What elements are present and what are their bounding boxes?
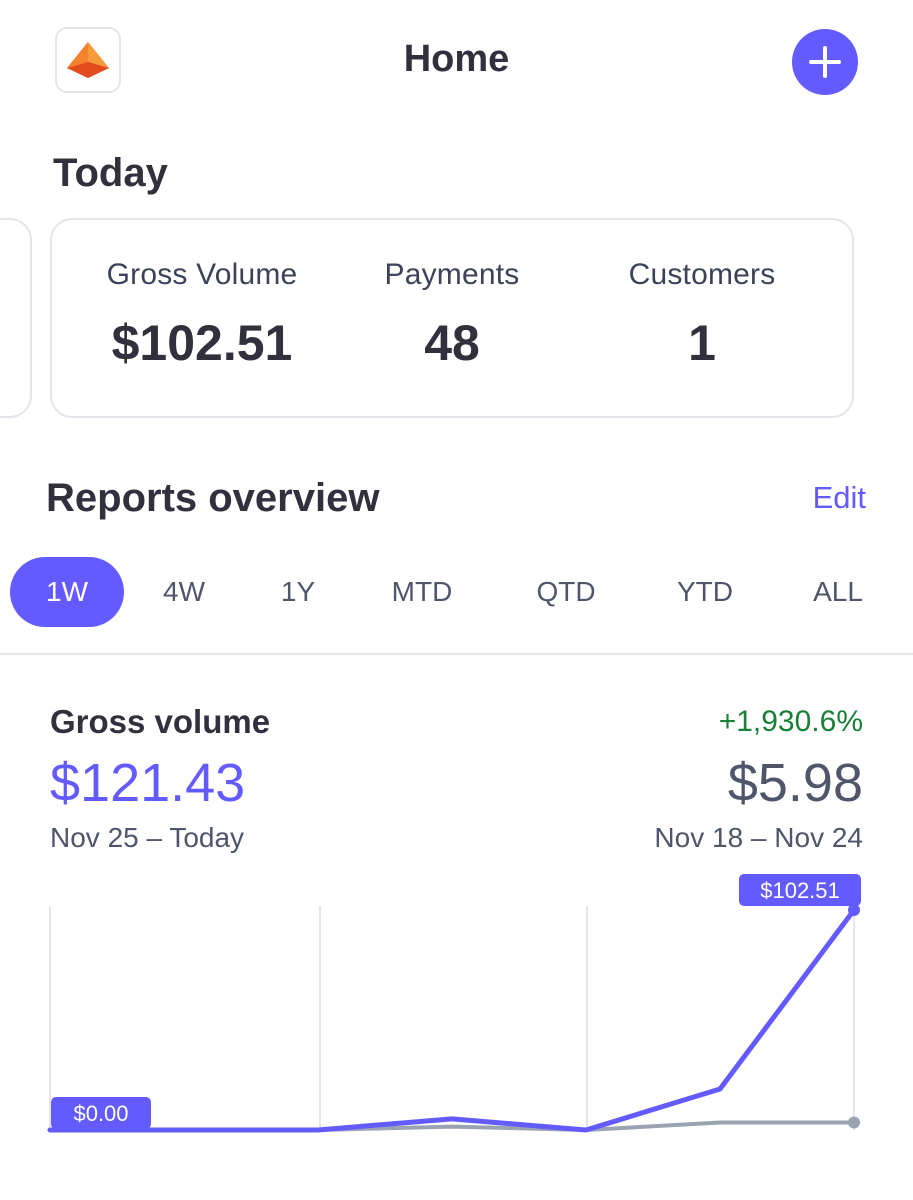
metric-label: Payments [384,258,520,291]
gross-volume-change: +1,930.6% [718,705,863,738]
section-divider [0,653,913,655]
today-heading: Today [53,151,168,195]
metric-payments: Payments 48 [322,258,582,372]
gross-volume-chart[interactable]: $0.00 $102.51 [0,860,913,1160]
page-title: Home [403,38,510,80]
metric-customers: Customers 1 [572,258,832,372]
range-tab-1w[interactable]: 1W [10,557,124,627]
metric-value: 48 [424,315,480,371]
gross-volume-previous-range: Nov 18 – Nov 24 [654,822,863,853]
range-tab-all[interactable]: ALL [798,557,878,627]
chart-end-label: $102.51 [760,878,840,903]
range-tab-mtd[interactable]: MTD [372,557,472,627]
range-tab-1y[interactable]: 1Y [254,557,342,627]
gross-volume-current-value: $121.43 [50,753,246,813]
chart-end-point-previous [848,1116,860,1129]
metric-value: 1 [688,315,716,371]
today-metrics-card[interactable]: Gross Volume $102.51 Payments 48 Custome… [50,218,854,418]
plus-icon [809,46,841,78]
reports-overview-heading: Reports overview [46,476,380,520]
gross-volume-title: Gross volume [50,703,271,740]
gross-volume-current-range: Nov 25 – Today [50,822,245,853]
previous-card-edge[interactable] [0,218,32,418]
metric-label: Customers [628,258,776,291]
chart-start-label: $0.00 [73,1101,128,1126]
date-range-tabs: 1W 4W 1Y MTD QTD YTD ALL [10,557,913,627]
metric-value: $102.51 [111,315,293,371]
range-tab-4w[interactable]: 4W [140,557,228,627]
range-tab-ytd[interactable]: YTD [655,557,755,627]
range-tab-qtd[interactable]: QTD [516,557,616,627]
gross-volume-previous-value: $5.98 [727,753,863,813]
chart-line-current [47,907,857,1133]
metric-gross-volume: Gross Volume $102.51 [72,258,332,372]
metric-label: Gross Volume [106,258,298,291]
add-button[interactable] [792,29,858,95]
edit-link[interactable]: Edit [790,480,866,516]
